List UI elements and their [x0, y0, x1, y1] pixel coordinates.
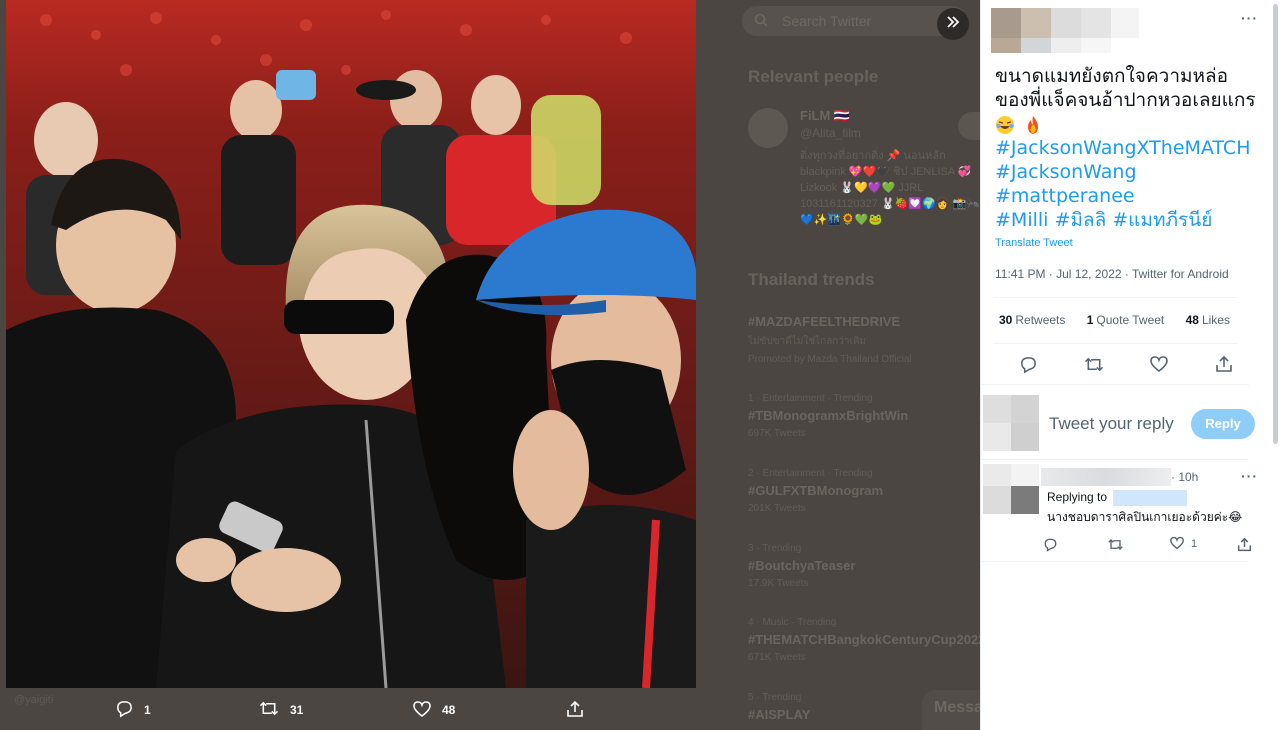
trend-item[interactable]: 1 · Entertainment · Trending #TBMonogram…: [748, 393, 980, 439]
quotes-count: 1: [1086, 313, 1094, 327]
search-placeholder: Search Twitter: [782, 13, 872, 29]
hashtag-link[interactable]: #JacksonWang: [995, 160, 1257, 184]
person-name[interactable]: FiLM 🇹🇭: [800, 108, 850, 124]
trend-category: 2 · Entertainment · Trending: [748, 468, 873, 479]
quote-tweets-stat[interactable]: 1 Quote Tweet: [1087, 313, 1165, 327]
trends-heading: Thailand trends: [748, 270, 875, 289]
reply-like-button[interactable]: 1: [1169, 535, 1197, 553]
replying-to-handle-blurred[interactable]: [1113, 490, 1187, 506]
replying-to-label: Replying to: [1047, 490, 1108, 504]
tweet-action-row: [995, 352, 1255, 376]
media-reply-button[interactable]: 1: [115, 696, 151, 724]
reply-icon[interactable]: [1016, 352, 1040, 376]
retweet-icon[interactable]: [1107, 535, 1124, 553]
divider: [993, 297, 1237, 298]
reply-button[interactable]: Reply: [1191, 409, 1255, 439]
tweet-text-line: ของพี่แจ็คจนอ้าปากหวอเลยแกร: [995, 89, 1256, 111]
trend-name: #TBMonogramxBrightWin: [748, 408, 909, 423]
retweets-stat[interactable]: 30 Retweets: [999, 313, 1065, 327]
hashtag-link[interactable]: #แมทภีรนีย์: [1112, 209, 1212, 231]
tweet-emojis: [995, 112, 1257, 136]
avatar[interactable]: [748, 108, 788, 148]
trend-category: ไม่ขับขาดีไม่ใช่ไกลกว่าเดิม: [748, 336, 867, 347]
tweet-timestamp[interactable]: 11:41 PM · Jul 12, 2022 · Twitter for An…: [995, 267, 1229, 281]
quotes-label: Quote Tweet: [1096, 313, 1165, 327]
collapse-panel-button[interactable]: [937, 8, 969, 40]
tweet-photo[interactable]: [6, 0, 696, 688]
retweet-icon[interactable]: [1082, 352, 1106, 376]
media-retweet-count: 31: [290, 703, 304, 717]
reply-input[interactable]: Tweet your reply: [1049, 414, 1174, 434]
retweets-count: 30: [999, 313, 1013, 327]
panel-scrollbar[interactable]: [1273, 4, 1278, 444]
more-options-icon[interactable]: ···: [1241, 468, 1258, 484]
reply-icon: [115, 699, 134, 721]
trend-count: 201K Tweets: [748, 503, 806, 514]
double-chevron-right-icon: [945, 14, 961, 35]
relevant-people-heading: Relevant people: [748, 67, 879, 86]
heart-icon[interactable]: [1147, 352, 1171, 376]
trend-category: 1 · Entertainment · Trending: [748, 393, 873, 404]
tweet-detail-panel: ··· ขนาดแมทยังตกใจความหล่อ ของพี่แจ็คจนอ…: [980, 0, 1280, 730]
reply-composer: Tweet your reply Reply: [981, 384, 1255, 460]
trend-name: #THEMATCHBangkokCenturyCup2022: [748, 632, 980, 647]
trend-category: 4 · Music · Trending: [748, 617, 837, 628]
hashtag-link[interactable]: #มิลลิ: [1054, 209, 1106, 231]
person-bio: ติ่งทุกวงที่อยากติ่ง 📌 นอนหลัก blackpink…: [800, 150, 980, 226]
trend-category: 3 · Trending: [748, 543, 802, 554]
tweet-stats: 30 Retweets 1 Quote Tweet 48 Likes: [999, 313, 1248, 327]
retweet-icon: [258, 699, 280, 721]
tweet-text-line: ขนาดแมทยังตกใจความหล่อ: [995, 65, 1229, 87]
reply-like-count: 1: [1191, 538, 1198, 550]
reply-author-name-blurred[interactable]: [1041, 468, 1171, 486]
media-retweet-button[interactable]: 31: [258, 696, 303, 724]
fire-emoji-icon: [1023, 115, 1043, 135]
trend-name: #BoutchyaTeaser: [748, 558, 856, 573]
search-input[interactable]: Search Twitter: [742, 6, 967, 36]
trend-count: 17.9K Tweets: [748, 578, 809, 589]
likes-label: Likes: [1201, 313, 1230, 327]
hashtag-link[interactable]: #mattperanee: [995, 184, 1257, 208]
share-icon[interactable]: [1212, 352, 1236, 376]
hashtag-link[interactable]: #JacksonWangXTheMATCH: [995, 136, 1257, 160]
reply-time[interactable]: · 10h: [1171, 470, 1198, 484]
reply-action-row: 1: [1043, 535, 1263, 553]
trend-item[interactable]: 3 · Trending #BoutchyaTeaser 17.9K Tweet…: [748, 543, 980, 589]
author-avatar-blurred[interactable]: [991, 8, 1139, 53]
trend-name: #GULFXTBMonogram: [748, 483, 884, 498]
trend-count: 671K Tweets: [748, 652, 806, 663]
search-icon: [754, 13, 768, 30]
share-icon[interactable]: [1237, 535, 1252, 553]
trend-item[interactable]: 2 · Entertainment · Trending #GULFXTBMon…: [748, 468, 980, 514]
trend-count: 697K Tweets: [748, 428, 806, 439]
likes-count: 48: [1185, 313, 1199, 327]
reply-tweet[interactable]: · 10h ··· Replying to นางชอบดาราศิลปินเก…: [981, 462, 1257, 562]
translate-tweet-link[interactable]: Translate Tweet: [995, 237, 1073, 249]
share-icon: [566, 700, 584, 721]
divider: [993, 343, 1237, 344]
media-reply-count: 1: [144, 703, 151, 717]
laughing-emoji-icon: [995, 115, 1015, 135]
tweet-text: ขนาดแมทยังตกใจความหล่อ ของพี่แจ็คจนอ้าปา…: [995, 64, 1257, 232]
current-user-avatar: [983, 395, 1039, 451]
likes-stat[interactable]: 48 Likes: [1186, 313, 1230, 327]
heart-icon: [1169, 536, 1185, 553]
hashtag-link[interactable]: #Milli: [995, 209, 1048, 231]
more-options-icon[interactable]: ···: [1241, 10, 1258, 26]
retweets-label: Retweets: [1015, 313, 1066, 327]
reply-author-avatar[interactable]: [983, 464, 1039, 514]
trend-item[interactable]: 4 · Music · Trending #THEMATCHBangkokCen…: [748, 617, 980, 663]
trend-item[interactable]: #MAZDAFEELTHEDRIVE ไม่ขับขาดีไม่ใช่ไกลกว…: [748, 314, 980, 365]
person-handle[interactable]: @Alita_film: [800, 126, 861, 140]
media-share-button[interactable]: [566, 696, 584, 724]
reply-icon[interactable]: [1043, 535, 1058, 553]
heart-icon: [412, 700, 432, 721]
reply-text: นางชอบดาราศิลปินเกาเยอะด้วยค่ะ😂: [1047, 510, 1243, 524]
media-action-bar: 1 31 48: [0, 696, 700, 724]
media-like-button[interactable]: 48: [412, 696, 455, 724]
trend-name: #MAZDAFEELTHEDRIVE: [748, 314, 901, 329]
media-like-count: 48: [442, 703, 456, 717]
trend-count: Promoted by Mazda Thailand Official: [748, 354, 912, 365]
